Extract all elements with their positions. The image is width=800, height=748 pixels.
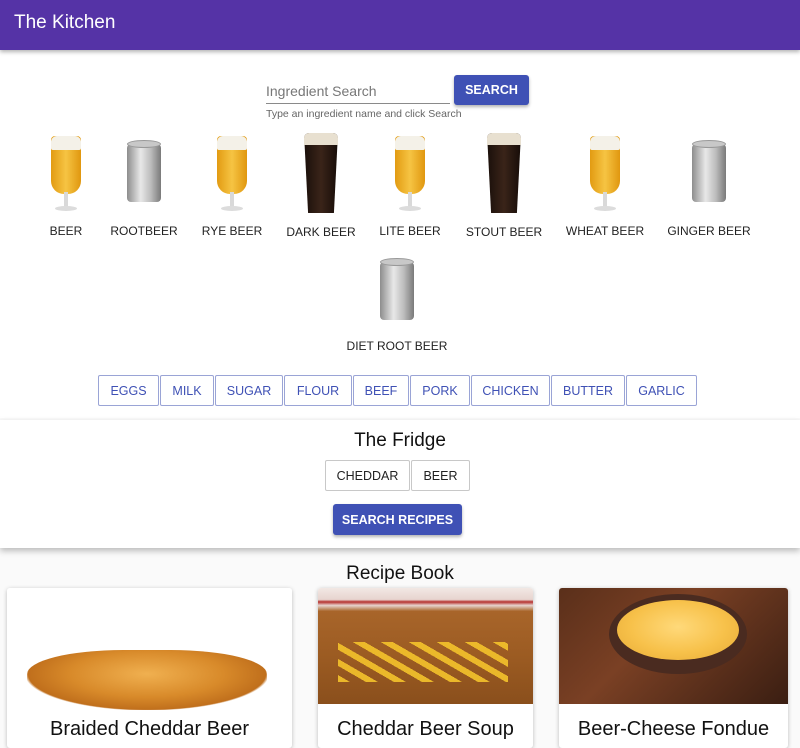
drink-diet-root-beer[interactable]: DIET ROOT BEER <box>344 258 450 353</box>
app-bar: The Kitchen <box>0 0 800 50</box>
drink-beer[interactable]: BEER <box>38 136 94 238</box>
fridge-chip-beer[interactable]: BEER <box>411 460 470 491</box>
beer-glass-icon <box>395 136 425 214</box>
beer-glass-icon <box>590 136 620 214</box>
ingredient-chip-sugar[interactable]: SUGAR <box>215 375 283 406</box>
fridge-chip-cheddar[interactable]: CHEDDAR <box>325 460 410 491</box>
drink-label: BEER <box>49 224 83 238</box>
recipe-name: Beer-Cheese Fondue <box>577 718 770 740</box>
ingredient-chip-butter[interactable]: BUTTER <box>551 375 625 406</box>
app-title: The Kitchen <box>14 12 116 33</box>
ingredient-chip-eggs[interactable]: EGGS <box>98 375 159 406</box>
recipe-card[interactable]: Braided Cheddar Beer <box>7 588 292 748</box>
ingredient-chip-beef[interactable]: BEEF <box>353 375 409 406</box>
ingredient-chip-milk[interactable]: MILK <box>160 375 214 406</box>
dark-pint-icon <box>304 133 338 215</box>
drink-label: WHEAT BEER <box>565 224 645 238</box>
drink-label: STOUT BEER <box>465 225 543 239</box>
soup-photo <box>318 588 533 704</box>
drink-label: RYE BEER <box>201 224 263 238</box>
recipe-card[interactable]: Beer-Cheese Fondue <box>559 588 788 748</box>
drink-ginger-beer[interactable]: GINGER BEER <box>666 140 752 238</box>
recipe-card[interactable]: Cheddar Beer Soup <box>318 588 533 748</box>
drink-lite-beer[interactable]: LITE BEER <box>378 136 442 238</box>
ingredient-chip-chicken[interactable]: CHICKEN <box>471 375 550 406</box>
ingredient-chip-pork[interactable]: PORK <box>410 375 470 406</box>
braided-bread-photo <box>7 588 292 710</box>
can-icon <box>380 258 414 322</box>
dark-pint-icon <box>487 133 521 215</box>
search-button[interactable]: SEARCH <box>454 75 529 105</box>
drink-label: DARK BEER <box>286 225 356 239</box>
ingredient-search-input[interactable] <box>266 78 450 104</box>
drink-rye-beer[interactable]: RYE BEER <box>200 136 264 238</box>
recipe-name: Cheddar Beer Soup <box>337 718 514 740</box>
drink-stout-beer[interactable]: STOUT BEER <box>464 133 544 239</box>
search-helper-text: Type an ingredient name and click Search <box>266 108 462 120</box>
ingredient-chip-garlic[interactable]: GARLIC <box>626 375 697 406</box>
recipe-book-title: Recipe Book <box>346 563 454 584</box>
can-icon <box>127 140 161 204</box>
fondue-photo <box>559 588 788 704</box>
can-icon <box>692 140 726 204</box>
beer-glass-icon <box>217 136 247 214</box>
recipe-name: Braided Cheddar Beer <box>49 718 249 740</box>
drink-wheat-beer[interactable]: WHEAT BEER <box>564 136 646 238</box>
beer-glass-icon <box>51 136 81 214</box>
drink-label: GINGER BEER <box>667 224 751 238</box>
drink-rootbeer[interactable]: ROOTBEER <box>108 140 180 238</box>
drink-label: ROOTBEER <box>110 224 178 238</box>
drink-label: LITE BEER <box>379 224 441 238</box>
ingredient-chip-flour[interactable]: FLOUR <box>284 375 352 406</box>
search-recipes-button[interactable]: SEARCH RECIPES <box>333 504 462 535</box>
drink-label: DIET ROOT BEER <box>346 339 448 353</box>
fridge-title: The Fridge <box>354 430 446 451</box>
fridge-panel: The Fridge CHEDDAR BEER SEARCH RECIPES <box>0 420 800 548</box>
drink-dark-beer[interactable]: DARK BEER <box>286 133 356 239</box>
